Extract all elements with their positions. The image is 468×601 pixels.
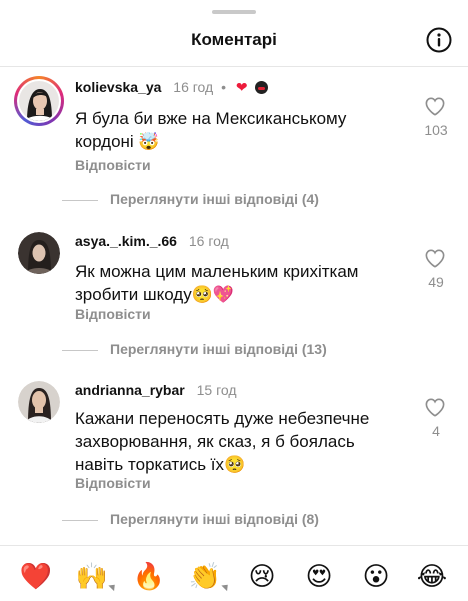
- tears-of-joy-icon[interactable]: 😂: [414, 558, 450, 594]
- replies-line: [62, 199, 98, 201]
- comments-sheet: Коментарі kolievska_ya 16 год • ❤ Я була…: [0, 0, 468, 601]
- author-avatar-icon: [254, 81, 268, 94]
- separator-dot: •: [221, 79, 227, 95]
- author-liked-heart-icon: ❤: [235, 79, 248, 95]
- view-replies-label: Переглянути інші відповіді (4): [110, 191, 319, 207]
- avatar[interactable]: [14, 76, 64, 126]
- username[interactable]: kolievska_ya: [75, 79, 161, 95]
- view-replies-button[interactable]: Переглянути інші відповіді (13): [62, 341, 327, 357]
- red-heart-icon[interactable]: ❤️: [18, 558, 54, 594]
- raising-hands-icon[interactable]: 🙌: [74, 558, 110, 594]
- view-replies-label: Переглянути інші відповіді (13): [110, 341, 327, 357]
- avatar[interactable]: [18, 381, 60, 423]
- open-mouth-icon[interactable]: 😮: [358, 558, 394, 594]
- crying-face-icon[interactable]: 😢: [244, 558, 280, 594]
- clapping-hands-icon[interactable]: 👏: [187, 558, 223, 594]
- comment-text: Кажани переносять дуже небезпечне захвор…: [75, 409, 370, 474]
- comment-text: Як можна цим маленьким крихіткам зробити…: [75, 262, 359, 304]
- page-title: Коментарі: [191, 30, 277, 49]
- reply-button[interactable]: Відповісти: [75, 475, 151, 491]
- timestamp: 16 год: [188, 233, 229, 249]
- like-count: 4: [432, 423, 440, 439]
- reply-button[interactable]: Відповісти: [75, 157, 151, 173]
- comment-meta: andrianna_rybar 15 год: [75, 382, 237, 398]
- timestamp: 16 год: [173, 79, 214, 95]
- view-replies-button[interactable]: Переглянути інші відповіді (4): [62, 191, 319, 207]
- reply-button[interactable]: Відповісти: [75, 306, 151, 322]
- like-heart-icon[interactable]: [424, 397, 448, 417]
- drag-handle[interactable]: [212, 10, 256, 14]
- like-count: 103: [424, 122, 448, 138]
- comment-text: Я була би вже на Мексиканському кордоні …: [75, 109, 347, 151]
- like-count: 49: [428, 274, 444, 290]
- comment-meta: kolievska_ya 16 год • ❤: [75, 79, 268, 96]
- like-heart-icon[interactable]: [424, 96, 448, 116]
- header-divider: [0, 66, 468, 67]
- view-replies-label: Переглянути інші відповіді (8): [110, 511, 319, 527]
- replies-line: [62, 349, 98, 351]
- view-replies-button[interactable]: Переглянути інші відповіді (8): [62, 511, 319, 527]
- avatar[interactable]: [18, 232, 60, 274]
- replies-line: [62, 519, 98, 521]
- comment-meta: asya._.kim._.66 16 год: [75, 233, 229, 249]
- fire-icon[interactable]: 🔥: [131, 558, 167, 594]
- heart-eyes-icon[interactable]: 😍: [301, 558, 337, 594]
- username[interactable]: asya._.kim._.66: [75, 233, 177, 249]
- username[interactable]: andrianna_rybar: [75, 382, 185, 398]
- timestamp: 15 год: [196, 382, 237, 398]
- info-circle-icon[interactable]: [426, 27, 452, 53]
- reaction-bar: ❤️ 🙌 🔥 👏 😢 😍 😮 😂: [0, 545, 468, 601]
- like-heart-icon[interactable]: [424, 248, 448, 268]
